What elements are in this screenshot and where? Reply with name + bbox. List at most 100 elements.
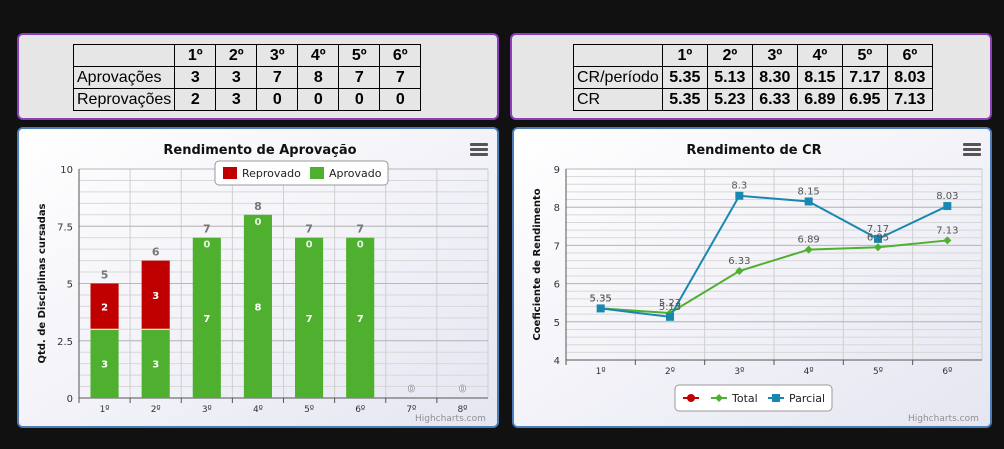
stack-total-label: 7 <box>305 223 313 236</box>
chart-title: Rendimento de CR <box>686 143 821 158</box>
table-header-cell: 1º <box>174 44 217 67</box>
table-header-cell: 1º <box>661 44 708 67</box>
x-tick-label: 3º <box>734 367 744 377</box>
bar-data-label: 0 <box>254 217 261 228</box>
table-cell: 7 <box>256 66 299 89</box>
cr-table-panel: 1º 2º 3º 4º 5º 6º CR/período 5.35 5.13 8… <box>510 33 992 120</box>
data-label-parcial: 8.03 <box>936 191 958 202</box>
table-cell: 3 <box>215 66 258 89</box>
x-tick-label: 6º <box>942 367 952 377</box>
legend-label: Parcial <box>789 392 825 405</box>
legend-label: Reprovado <box>242 167 301 180</box>
x-tick-label: 2º <box>665 367 675 377</box>
table-row: CR 5.35 5.23 6.33 6.89 6.95 7.13 <box>573 88 933 111</box>
table-cell: 3 <box>215 88 258 111</box>
table-header-cell: 3º <box>751 44 798 67</box>
bar-data-label: 7 <box>357 314 364 325</box>
table-row: CR/período 5.35 5.13 8.30 8.15 7.17 8.03 <box>573 66 933 89</box>
table-cell: 7.13 <box>886 88 933 111</box>
data-label-total: 7.13 <box>936 225 958 236</box>
table-header-cell: 4º <box>297 44 340 67</box>
approvals-table-panel: 1º 2º 3º 4º 5º 6º Aprovações 3 3 7 8 7 7… <box>17 33 499 120</box>
bar-data-label: 3 <box>152 360 159 371</box>
table-cell: 6.89 <box>796 88 843 111</box>
table-header-cell: 6º <box>379 44 422 67</box>
table-cell: 0 <box>379 88 422 111</box>
chart-menu-icon[interactable] <box>963 143 981 157</box>
table-cell: 7 <box>338 66 381 89</box>
data-label-parcial: 5.13 <box>659 302 681 313</box>
stack-total-label: 7 <box>356 223 364 236</box>
table-header-cell: 3º <box>256 44 299 67</box>
table-row: Aprovações 3 3 7 8 7 7 <box>72 66 422 89</box>
stack-total-label: 5 <box>101 269 109 282</box>
table-cell: 8 <box>297 66 340 89</box>
data-label-total: 6.89 <box>798 235 820 246</box>
table-header-row: 1º 2º 3º 4º 5º 6º <box>72 44 422 67</box>
row-label: Reprovações <box>72 88 176 111</box>
marker-parcial <box>804 197 813 206</box>
y-tick-label: 9 <box>554 165 560 176</box>
y-tick-label: 5 <box>67 280 73 291</box>
bar-data-label: 0 <box>357 240 364 251</box>
table-header-cell: 6º <box>886 44 933 67</box>
x-tick-label: 4º <box>253 405 263 415</box>
legend-marker-parcial <box>772 394 780 402</box>
chart-credits[interactable]: Highcharts.com <box>908 414 979 424</box>
marker-parcial <box>943 202 952 211</box>
stack-total-label: 8 <box>254 200 262 213</box>
table-header-cell: 5º <box>841 44 888 67</box>
data-label-parcial: 5.35 <box>590 293 612 304</box>
table-cell: 0 <box>338 88 381 111</box>
row-label: CR <box>573 88 663 111</box>
table-cell: 5.13 <box>706 66 753 89</box>
table-cell: 8.03 <box>886 66 933 89</box>
x-tick-label: 3º <box>202 405 212 415</box>
marker-parcial <box>666 312 674 321</box>
table-cell: 5.35 <box>661 66 708 89</box>
bar-data-label: 7 <box>203 314 210 325</box>
x-tick-label: 2º <box>151 405 161 415</box>
table-header-cell: 4º <box>796 44 843 67</box>
chart-background <box>514 129 990 426</box>
y-tick-label: 7 <box>554 241 560 252</box>
chart-menu-icon[interactable] <box>470 143 488 157</box>
table-cell: 5.23 <box>706 88 753 111</box>
table-row: Reprovações 2 3 0 0 0 0 <box>72 88 422 111</box>
data-label-total: 6.33 <box>728 256 750 267</box>
y-tick-label: 2.5 <box>57 337 73 348</box>
legend-swatch-aprovado <box>310 167 324 179</box>
stack-total-label: 6 <box>152 246 160 259</box>
table-header-row: 1º 2º 3º 4º 5º 6º <box>573 44 933 67</box>
table-cell: 6.33 <box>751 88 798 111</box>
x-tick-label: 6º <box>355 405 365 415</box>
bar-data-label: 8 <box>254 302 261 313</box>
x-tick-label: 1º <box>100 405 110 415</box>
y-tick-label: 6 <box>554 280 560 291</box>
data-label-parcial: 8.3 <box>731 181 747 192</box>
table-cell: 7 <box>379 66 422 89</box>
x-tick-label: 4º <box>804 367 814 377</box>
table-cell: 0 <box>297 88 340 111</box>
y-tick-label: 5 <box>554 318 560 329</box>
data-label-parcial: 7.17 <box>867 224 889 235</box>
table-cell: 3 <box>174 66 217 89</box>
x-tick-label: 5º <box>304 405 314 415</box>
data-label-parcial: 8.15 <box>798 186 820 197</box>
y-axis-title: Qtd. de Disciplinas cursadas <box>37 203 48 363</box>
bar-data-label: 0 <box>306 240 313 251</box>
y-axis-title: Coeficiente de Rendimento <box>532 188 543 340</box>
cr-chart-panel: 4 5 6 7 8 9 1º 2º 3º 4º 5º 6º Rendimento de CR Coefic… <box>512 127 992 428</box>
cr-line-chart: 4 5 6 7 8 9 1º 2º 3º 4º 5º 6º Rendimento de CR Coefic… <box>514 129 990 426</box>
chart-credits[interactable]: Highcharts.com <box>415 414 486 424</box>
table-cell: 8.30 <box>751 66 798 89</box>
y-tick-label: 8 <box>554 203 560 214</box>
y-tick-label: 7.5 <box>57 222 73 233</box>
x-tick-label: 5º <box>873 367 883 377</box>
table-cell: 8.15 <box>796 66 843 89</box>
table-header-cell <box>573 44 663 67</box>
cr-table: 1º 2º 3º 4º 5º 6º CR/período 5.35 5.13 8… <box>573 44 933 111</box>
y-tick-label: 4 <box>554 356 560 367</box>
legend-label: Total <box>731 392 758 405</box>
bar-data-label: 2 <box>101 302 108 313</box>
